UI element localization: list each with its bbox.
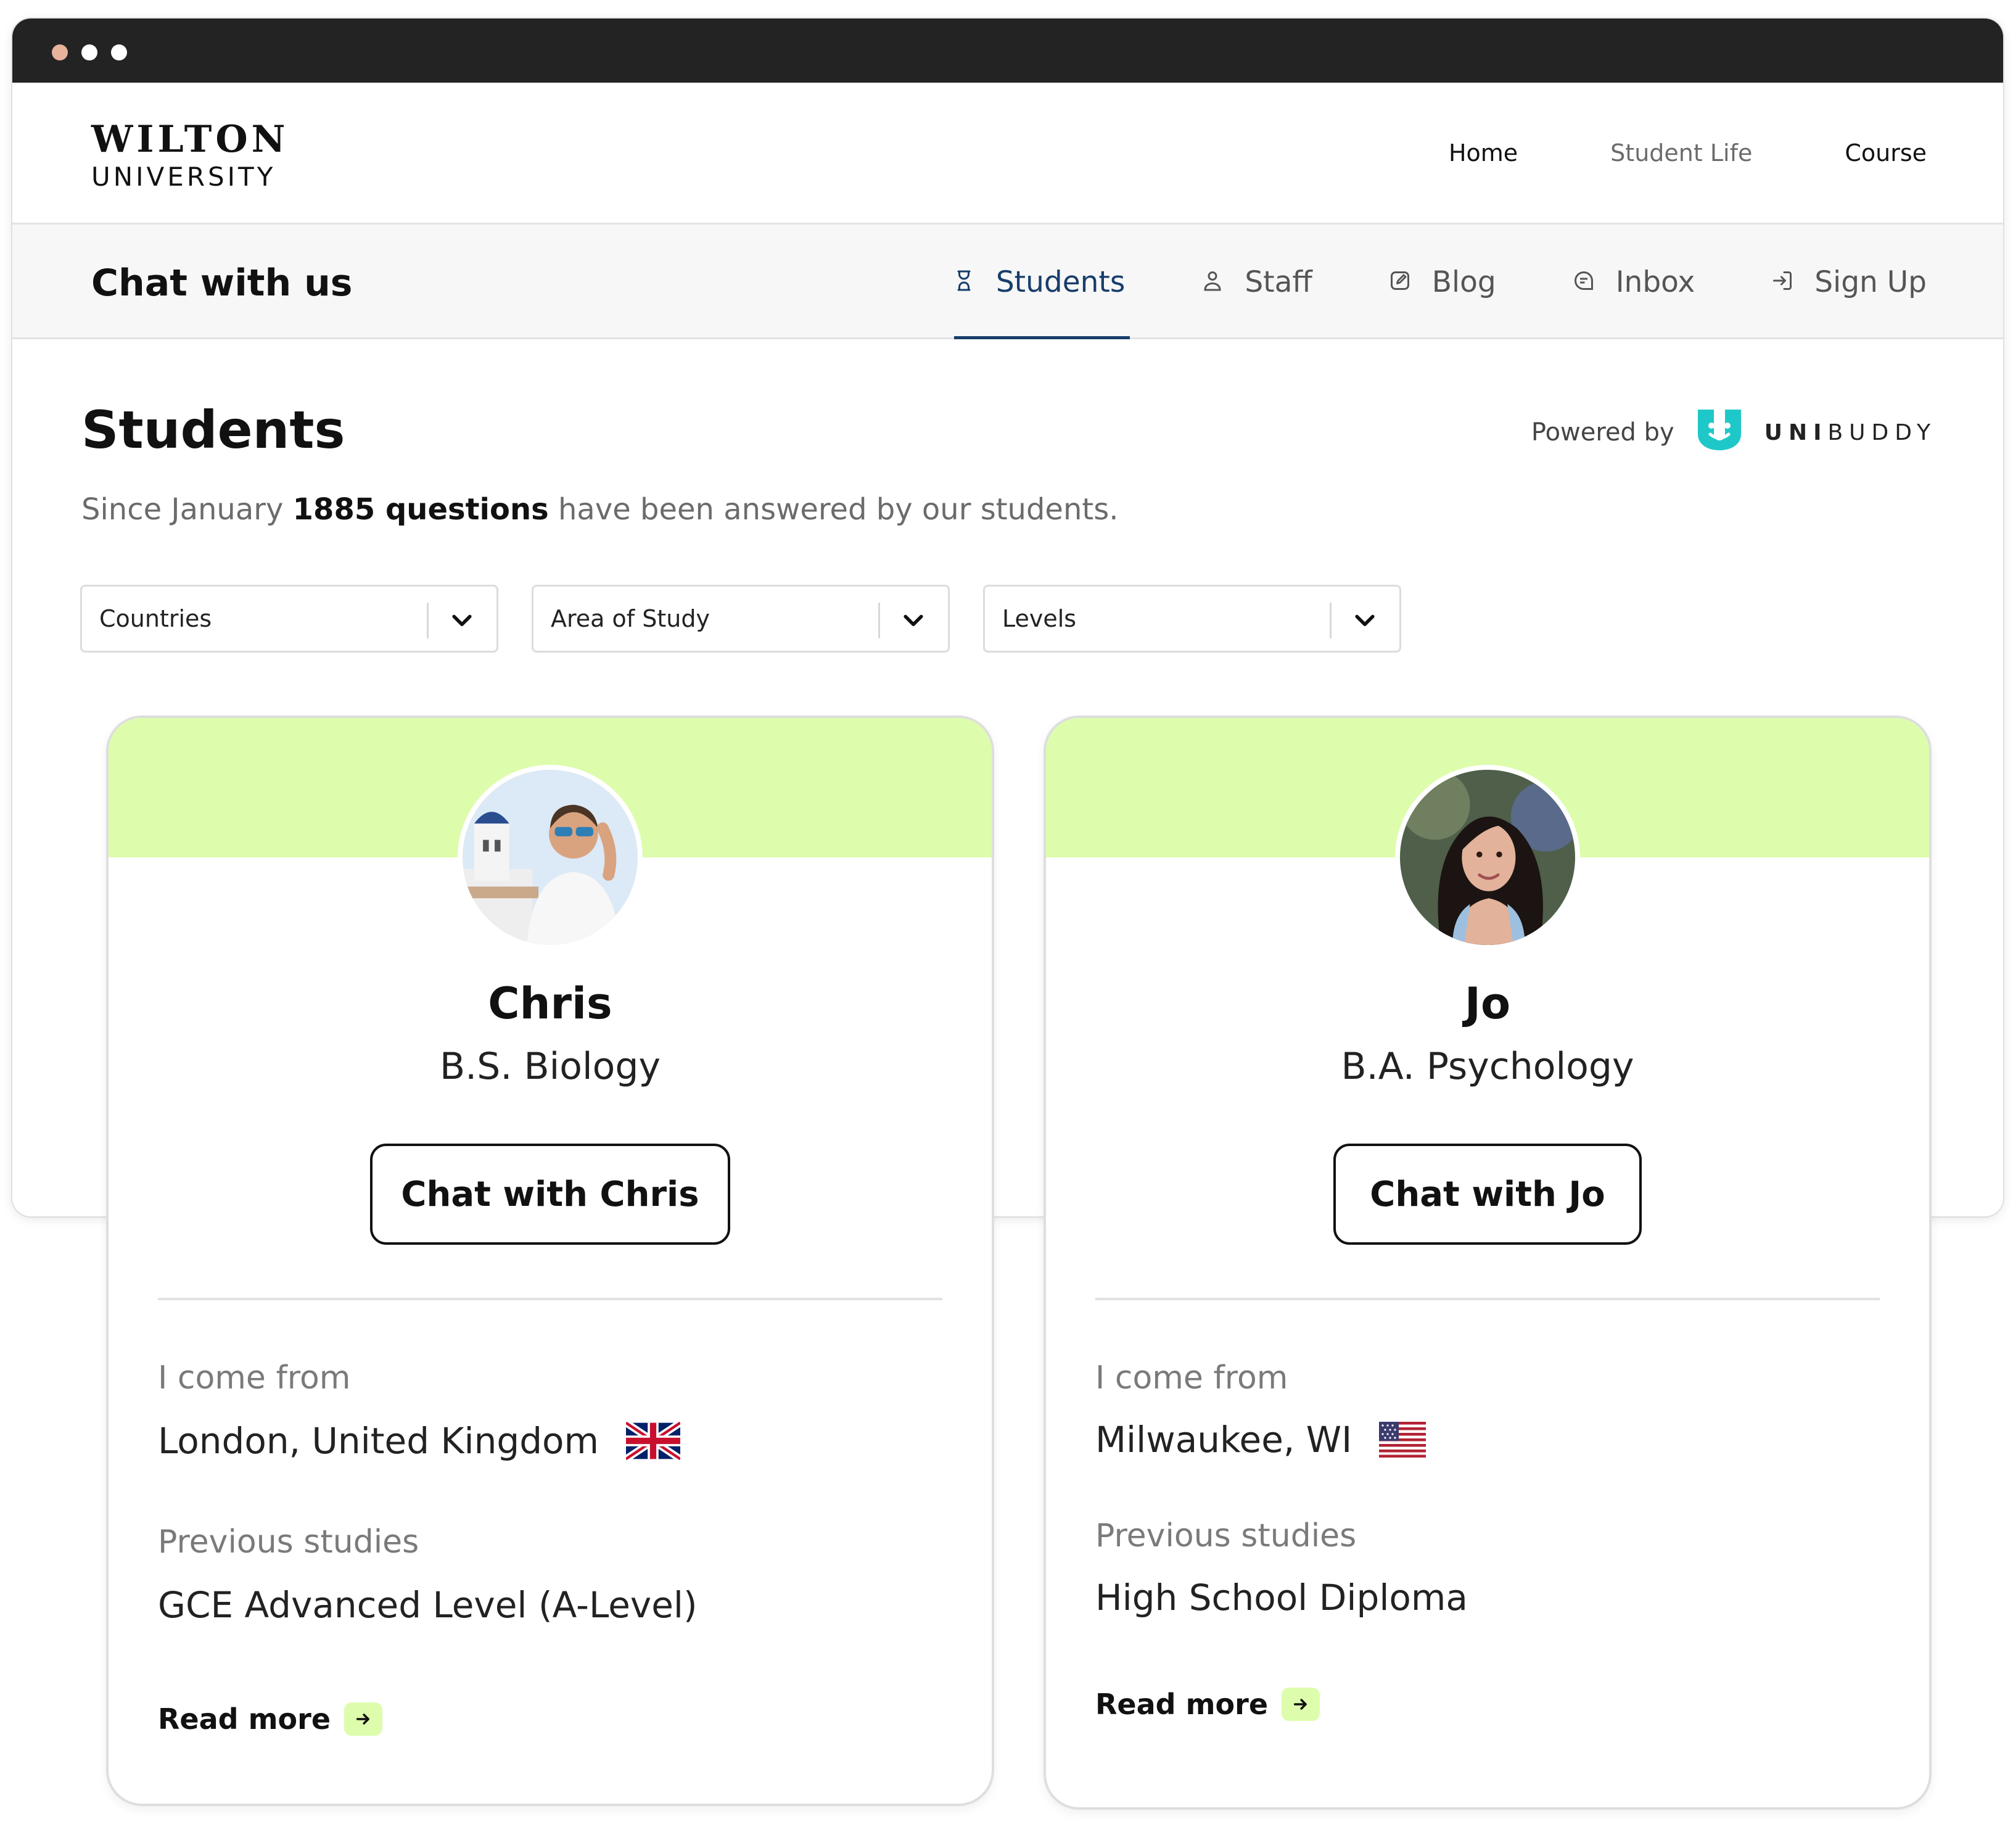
hourglass-icon xyxy=(953,265,975,299)
arrow-right-icon xyxy=(344,1702,383,1736)
tab-staff[interactable]: Staff xyxy=(1201,225,1312,339)
students-heading: Students xyxy=(81,400,345,460)
top-nav: WILTON UNIVERSITY Home Student Life Cour… xyxy=(12,83,2003,225)
chevron-down-icon xyxy=(904,614,923,627)
from-label: I come from xyxy=(1095,1359,1288,1396)
window-close-dot[interactable] xyxy=(52,44,68,60)
chevron-down-icon xyxy=(452,614,472,627)
nav-home[interactable]: Home xyxy=(1449,139,1518,167)
chevron-down-icon xyxy=(1355,614,1375,627)
unibuddy-wordmark: UNIBUDDY xyxy=(1764,419,1937,445)
studies-label: Previous studies xyxy=(158,1524,419,1561)
levels-select[interactable]: Levels xyxy=(983,585,1401,653)
select-value: Countries xyxy=(99,605,212,632)
university-logo[interactable]: WILTON UNIVERSITY xyxy=(91,117,289,192)
from-value: Milwaukee, WI xyxy=(1095,1419,1426,1461)
window-minimize-dot[interactable] xyxy=(81,44,97,60)
top-nav-links: Home Student Life Course xyxy=(1449,139,1927,167)
read-more-link[interactable]: Read more xyxy=(158,1702,383,1736)
avatar xyxy=(458,765,643,950)
window-titlebar xyxy=(12,19,2003,83)
countries-select[interactable]: Countries xyxy=(80,585,498,653)
avatar xyxy=(1395,765,1580,950)
area-of-study-select[interactable]: Area of Study xyxy=(532,585,950,653)
select-divider xyxy=(427,603,429,638)
edit-icon xyxy=(1389,265,1411,299)
nav-course[interactable]: Course xyxy=(1845,139,1927,167)
chat-bubble-icon xyxy=(1573,265,1595,299)
us-flag-icon xyxy=(1379,1422,1426,1458)
student-card-jo: Jo B.A. Psychology Chat with Jo I come f… xyxy=(1044,716,1932,1810)
tab-label: Inbox xyxy=(1615,265,1695,299)
select-value: Area of Study xyxy=(551,605,710,632)
logo-subtitle: UNIVERSITY xyxy=(91,162,276,192)
student-name: Jo xyxy=(1464,978,1511,1029)
studies-value: High School Diploma xyxy=(1095,1577,1468,1619)
from-value: London, United Kingdom xyxy=(158,1420,681,1462)
read-more-link[interactable]: Read more xyxy=(1095,1688,1320,1721)
chat-tabs: Students Staff Blog Inbox Sign Up xyxy=(953,225,1927,339)
unibuddy-logo-icon xyxy=(1695,407,1743,458)
tab-blog[interactable]: Blog xyxy=(1389,225,1496,339)
powered-by: Powered by UNIBUDDY xyxy=(1531,407,1937,458)
window-maximize-dot[interactable] xyxy=(111,44,127,60)
tab-label: Blog xyxy=(1431,265,1496,299)
card-divider xyxy=(1095,1298,1880,1300)
select-divider xyxy=(1330,603,1332,638)
arrow-right-icon xyxy=(1282,1688,1320,1721)
studies-label: Previous studies xyxy=(1095,1517,1357,1554)
tab-sign-up[interactable]: Sign Up xyxy=(1771,225,1927,339)
uk-flag-icon xyxy=(626,1421,681,1461)
sign-in-icon xyxy=(1771,265,1793,299)
student-name: Chris xyxy=(488,978,612,1029)
nav-student-life[interactable]: Student Life xyxy=(1610,139,1752,167)
tab-inbox[interactable]: Inbox xyxy=(1573,225,1695,339)
person-icon xyxy=(1201,265,1224,299)
select-divider xyxy=(878,603,880,638)
logo-name: WILTON xyxy=(91,118,289,161)
chat-with-chris-button[interactable]: Chat with Chris xyxy=(370,1144,730,1245)
chat-with-jo-button[interactable]: Chat with Jo xyxy=(1333,1144,1642,1245)
tab-label: Staff xyxy=(1245,265,1312,299)
student-degree: B.S. Biology xyxy=(440,1045,661,1088)
tab-label: Students xyxy=(995,265,1126,299)
card-divider xyxy=(158,1298,942,1300)
tab-label: Sign Up xyxy=(1814,265,1927,299)
from-label: I come from xyxy=(158,1359,351,1396)
studies-value: GCE Advanced Level (A-Level) xyxy=(158,1584,698,1626)
powered-by-label: Powered by xyxy=(1531,418,1674,447)
filter-bar: Countries Area of Study Levels xyxy=(80,585,1401,653)
chat-title: Chat with us xyxy=(91,262,353,305)
tab-students[interactable]: Students xyxy=(953,225,1130,339)
chat-bar: Chat with us Students Staff Blog Inbox S… xyxy=(12,225,2003,339)
students-subtitle: Since January 1885 questions have been a… xyxy=(81,492,1119,527)
student-degree: B.A. Psychology xyxy=(1341,1045,1634,1088)
student-card-chris: Chris B.S. Biology Chat with Chris I com… xyxy=(106,716,994,1806)
select-value: Levels xyxy=(1002,605,1077,632)
